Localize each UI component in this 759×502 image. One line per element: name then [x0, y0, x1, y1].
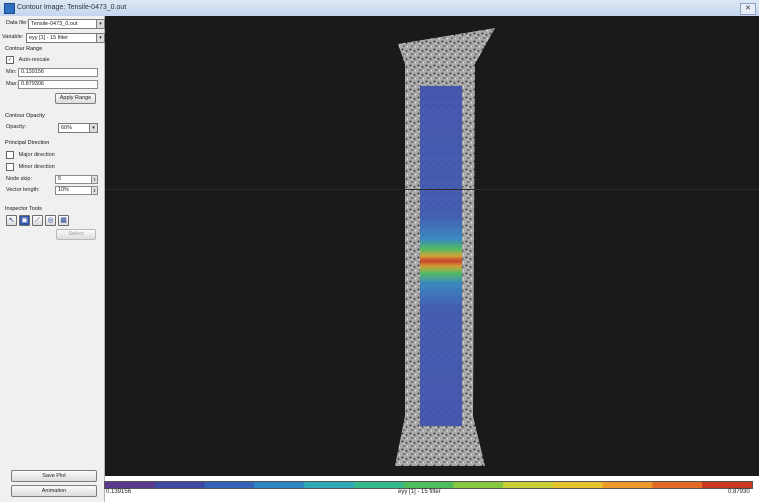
vector-length-stepper[interactable]: 10% ⇕ — [55, 186, 98, 195]
auto-rescale-label: Auto-rescale — [18, 57, 50, 63]
colorbar-segment — [105, 482, 156, 488]
data-file-select[interactable]: Tensile-0473_0.out ▾ — [28, 19, 105, 29]
colorbar — [104, 481, 753, 489]
major-direction-row[interactable]: Major direction — [6, 151, 55, 159]
strain-contour-overlay — [420, 86, 462, 426]
colorbar-segment — [702, 482, 752, 488]
min-value: 0.139156 — [21, 69, 44, 75]
major-direction-label: Major direction — [18, 152, 55, 158]
min-label: Min: — [6, 69, 17, 75]
animation-button[interactable]: Animation — [11, 485, 97, 497]
node-skip-row: Node skip: — [6, 176, 32, 183]
specimen-image — [395, 28, 495, 466]
colorbar-segment — [304, 482, 355, 488]
title-bar: Contour Image: Tensile-0473_0.out ✕ — [0, 0, 759, 17]
contour-range-title: Contour Range — [5, 46, 43, 52]
variable-select[interactable]: eyy [1] - 15 filter ▾ — [26, 33, 105, 43]
variable-row: Variable: — [2, 34, 23, 41]
vector-length-value: 10% — [58, 187, 70, 193]
opacity-label: Opacity: — [6, 124, 27, 130]
major-direction-checkbox[interactable] — [6, 151, 14, 159]
app-icon — [4, 3, 15, 14]
apply-range-button[interactable]: Apply Range — [55, 93, 96, 104]
opacity-value: 60% — [61, 125, 73, 131]
stepper-arrows-icon[interactable]: ⇕ — [91, 176, 97, 183]
crosshair-line — [105, 189, 759, 190]
node-skip-label: Node skip: — [6, 176, 32, 182]
chevron-down-icon: ▾ — [96, 20, 104, 28]
min-row: Min: — [6, 69, 16, 76]
colorbar-segment — [254, 482, 305, 488]
principal-direction-title: Principal Direction — [5, 140, 50, 146]
colorbar-min-label: 0.139156 — [106, 489, 132, 495]
circle-tool-icon[interactable]: ◎ — [45, 215, 56, 226]
region-tool-icon[interactable]: ▣ — [19, 215, 30, 226]
opacity-select[interactable]: 60% ▾ — [58, 123, 98, 133]
vector-length-label: Vector length: — [6, 187, 40, 193]
colorbar-segment — [204, 482, 255, 488]
line-tool-icon[interactable]: ⟋ — [32, 215, 43, 226]
data-file-row: Data file: — [6, 20, 28, 27]
auto-rescale-row[interactable]: ✓ Auto-rescale — [6, 56, 50, 64]
node-skip-value: 5 — [58, 176, 62, 182]
colorbar-segment — [154, 482, 206, 488]
max-row: Max: — [6, 81, 18, 88]
grid-tool-icon[interactable]: ▦ — [58, 215, 69, 226]
colorbar-title: eyy [1] - 15 filter — [398, 489, 441, 495]
colorbar-segment — [453, 482, 504, 488]
chevron-down-icon: ▾ — [96, 34, 104, 42]
max-input[interactable]: 0.879306 — [18, 80, 98, 89]
control-panel: Data file: Tensile-0473_0.out ▾ Variable… — [0, 16, 105, 502]
max-label: Max: — [6, 81, 18, 87]
variable-value: eyy [1] - 15 filter — [29, 35, 69, 41]
window-title: Contour Image: Tensile-0473_0.out — [17, 4, 127, 11]
contour-opacity-title: Contour Opacity — [5, 113, 45, 119]
save-plot-button[interactable]: Save Plot — [11, 470, 97, 482]
close-window-button[interactable]: ✕ — [740, 3, 756, 15]
inspector-tools-title: Inspector Tools — [5, 206, 42, 212]
minor-direction-row[interactable]: Minor direction — [6, 163, 55, 171]
stepper-arrows-icon[interactable]: ⇕ — [91, 187, 97, 194]
colorbar-segment — [552, 482, 604, 488]
colorbar-segment — [602, 482, 653, 488]
chevron-down-icon: ▾ — [89, 124, 97, 132]
select-button[interactable]: Select — [56, 229, 96, 240]
pointer-tool-icon[interactable]: ↖ — [6, 215, 17, 226]
minor-direction-label: Minor direction — [18, 164, 55, 170]
colorbar-segment — [403, 482, 454, 488]
max-value: 0.879306 — [21, 81, 44, 87]
auto-rescale-checkbox[interactable]: ✓ — [6, 56, 14, 64]
image-viewport[interactable] — [105, 16, 759, 476]
colorbar-segment — [652, 482, 703, 488]
minor-direction-checkbox[interactable] — [6, 163, 14, 171]
node-skip-stepper[interactable]: 5 ⇕ — [55, 175, 98, 184]
colorbar-segment — [503, 482, 554, 488]
variable-label: Variable: — [2, 34, 24, 40]
colorbar-max-label: 0.87930 — [728, 489, 750, 495]
data-file-value: Tensile-0473_0.out — [31, 21, 78, 27]
opacity-row: Opacity: — [6, 124, 26, 131]
colorbar-segment — [353, 482, 405, 488]
vector-length-row: Vector length: — [6, 187, 40, 194]
data-file-label: Data file: — [6, 20, 28, 26]
min-input[interactable]: 0.139156 — [18, 68, 98, 77]
